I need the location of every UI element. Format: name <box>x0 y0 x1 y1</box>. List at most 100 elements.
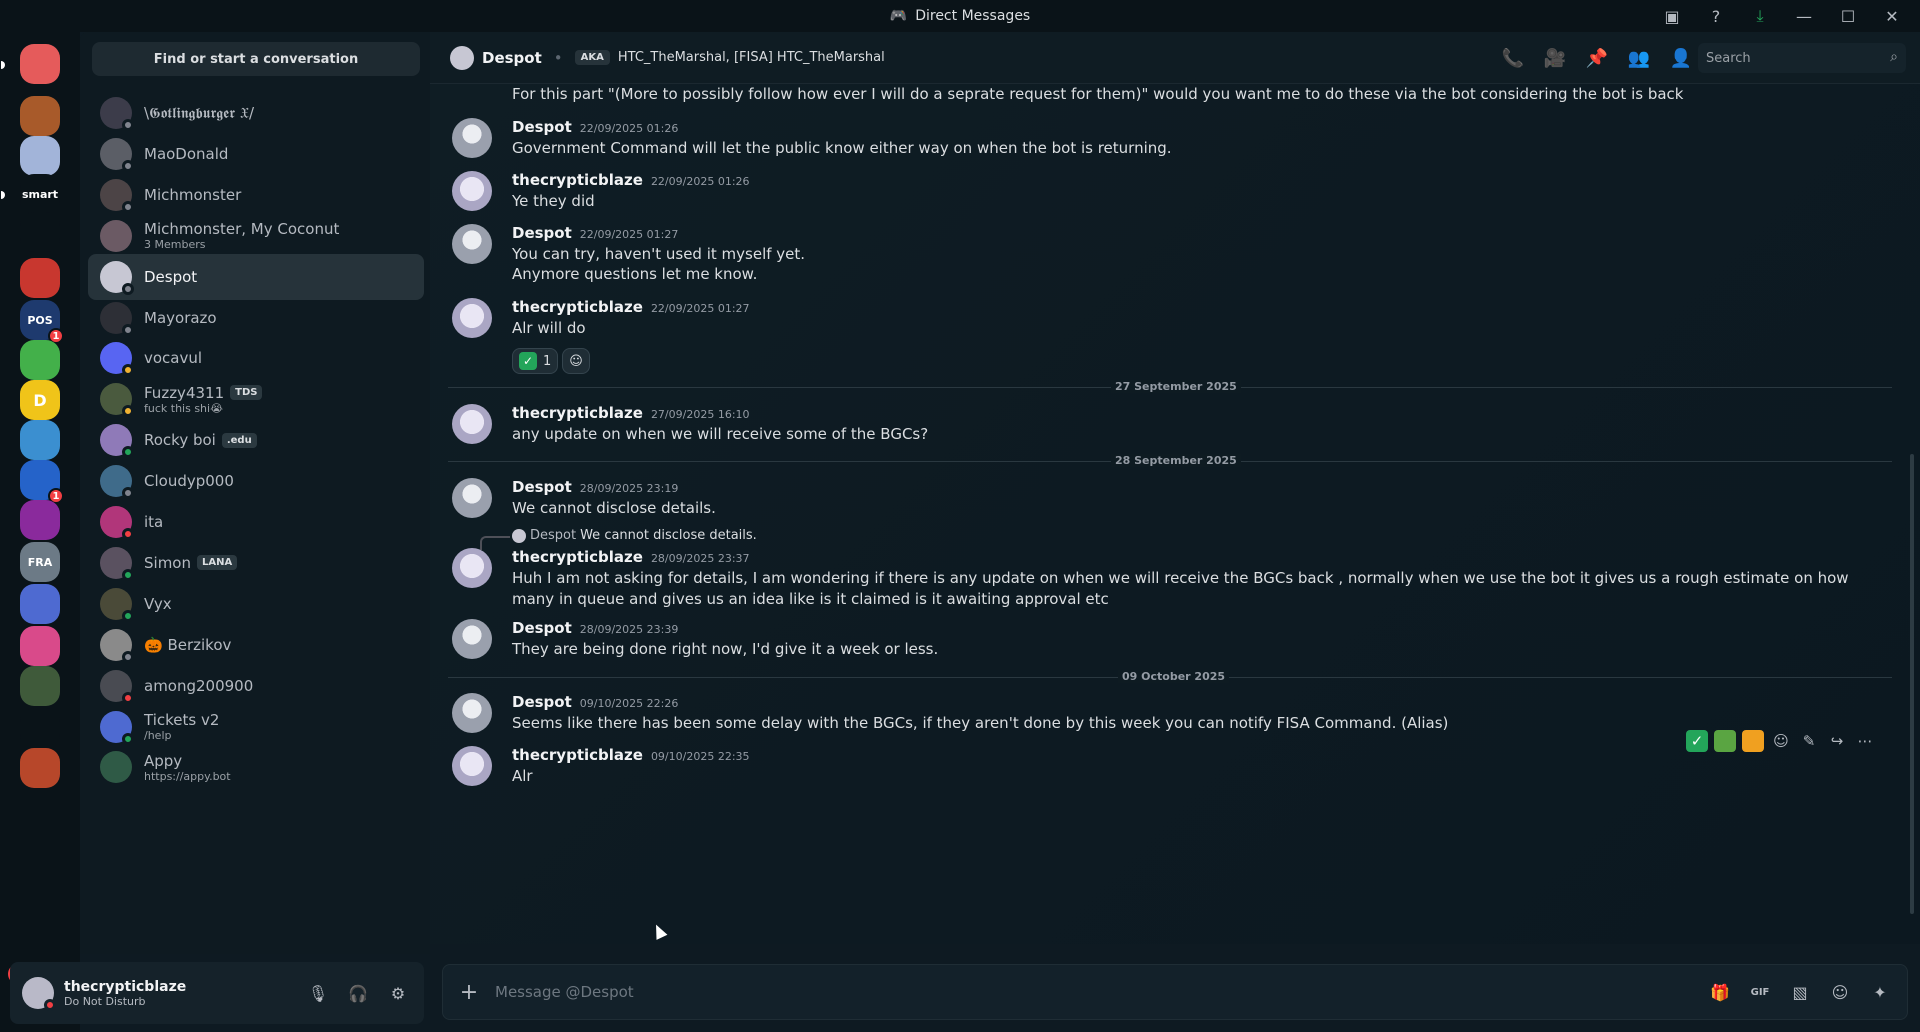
add-reaction-icon[interactable]: ☺ <box>1770 730 1792 752</box>
pin-icon[interactable]: 📌 <box>1580 41 1614 75</box>
add-reaction-button[interactable]: ☺ <box>562 348 590 374</box>
dm-name: among200900 <box>144 676 254 695</box>
dm-item[interactable]: Mayorazo <box>88 295 424 341</box>
gift-icon[interactable]: 🎁 <box>1703 975 1737 1009</box>
video-icon[interactable]: 🎥 <box>1538 41 1572 75</box>
username[interactable]: thecrypticblaze <box>64 979 186 995</box>
dm-item[interactable]: Despot <box>88 253 424 300</box>
apps-icon[interactable]: ✦ <box>1863 975 1897 1009</box>
discord-home-icon[interactable] <box>1 44 60 84</box>
server-ticket-icon[interactable] <box>20 584 60 624</box>
server-heart-icon[interactable] <box>20 500 60 540</box>
avatar[interactable] <box>22 977 56 1011</box>
avatar[interactable] <box>452 298 492 338</box>
dm-item[interactable]: ita <box>88 499 424 545</box>
add-attachment-icon[interactable]: + <box>443 980 495 1005</box>
server-cog-icon[interactable]: 1 <box>20 460 64 504</box>
dm-item[interactable]: MaoDonald <box>88 131 424 177</box>
headphones-icon[interactable]: 🎧 <box>340 976 376 1010</box>
dm-item[interactable]: Tickets v2/help <box>88 704 424 750</box>
dm-item[interactable]: Fuzzy4311 TDS fuck this shi😭 <box>88 376 424 422</box>
message-author[interactable]: Despot <box>512 118 572 136</box>
server-rainbow-icon[interactable] <box>20 626 60 666</box>
maximize-button[interactable]: ☐ <box>1828 0 1868 32</box>
add-friend-icon[interactable]: 👥 <box>1622 41 1656 75</box>
close-button[interactable]: ✕ <box>1872 0 1912 32</box>
avatar[interactable] <box>452 224 492 264</box>
dm-item[interactable]: Vyx <box>88 581 424 627</box>
green-reaction-icon[interactable] <box>1714 730 1736 752</box>
server-easypos-icon[interactable]: POS 1 <box>20 300 64 344</box>
dm-item[interactable]: \𝕲𝖔𝖙𝖑𝖎𝖓𝖌𝖇𝖚𝖗𝖌𝖊𝖗 𝔛/ <box>88 90 424 136</box>
server-new-icon[interactable] <box>20 748 60 788</box>
minimize-button[interactable]: — <box>1784 0 1824 32</box>
dm-item[interactable]: Michmonster, My Coconut 3 Members <box>88 213 424 259</box>
message-timestamp: 28/09/2025 23:37 <box>650 552 750 565</box>
message-author[interactable]: Despot <box>512 619 572 637</box>
server-folder-icon[interactable] <box>20 708 60 748</box>
orange-reaction-icon[interactable] <box>1742 730 1764 752</box>
profile-icon[interactable]: 👤 <box>1664 41 1698 75</box>
avatar[interactable] <box>452 693 492 733</box>
scrollbar[interactable] <box>1910 454 1914 914</box>
gear-icon[interactable]: ⚙ <box>380 976 416 1010</box>
microphone-icon[interactable]: 🎙 <box>300 976 336 1010</box>
dm-item[interactable]: Appy https://appy.bot <box>88 744 424 790</box>
dm-item[interactable]: Michmonster <box>88 172 424 218</box>
message-author[interactable]: thecrypticblaze <box>512 746 643 764</box>
sticker-icon[interactable]: ▧ <box>1783 975 1817 1009</box>
server-apple-icon[interactable] <box>20 258 60 298</box>
discord-icon: 🎮 <box>889 8 908 24</box>
avatar <box>512 528 526 543</box>
help-icon[interactable]: ? <box>1696 0 1736 32</box>
reply-preview[interactable]: Despot We cannot disclose details. <box>452 528 1892 550</box>
avatar[interactable] <box>452 548 492 588</box>
dm-item[interactable]: 🎃 Berzikov <box>88 622 424 668</box>
avatar[interactable] <box>452 118 492 158</box>
message-author[interactable]: Despot <box>512 224 572 242</box>
avatar[interactable] <box>452 404 492 444</box>
server-d-icon[interactable]: D <box>20 380 60 420</box>
server-cookie-icon[interactable] <box>20 96 60 136</box>
dm-item[interactable]: Simon LANA <box>88 540 424 586</box>
gif-icon[interactable]: GIF <box>1743 975 1777 1009</box>
message-input[interactable] <box>495 983 1703 1001</box>
edit-icon[interactable]: ✎ <box>1798 730 1820 752</box>
dm-item[interactable]: Cloudyp000 <box>88 458 424 504</box>
download-icon[interactable]: ⤓ <box>1740 0 1780 32</box>
chat-title[interactable]: Despot <box>482 49 542 67</box>
dm-item[interactable]: vocavul <box>88 335 424 381</box>
server-blue-icon[interactable] <box>20 420 60 460</box>
message-author[interactable]: Despot <box>512 693 572 711</box>
forward-icon[interactable]: ↪ <box>1826 730 1848 752</box>
title-bar: 🎮 Direct Messages ▣ ? ⤓ — ☐ ✕ <box>0 0 1920 32</box>
server-smart-icon[interactable]: smart <box>1 174 60 214</box>
server-dark-icon[interactable] <box>20 212 60 252</box>
dm-name: vocavul <box>144 349 203 368</box>
dm-item[interactable]: among200900 <box>88 663 424 709</box>
more-icon[interactable]: ⋯ <box>1854 730 1876 752</box>
message-author[interactable]: thecrypticblaze <box>512 171 643 189</box>
message-author[interactable]: Despot <box>512 478 572 496</box>
avatar[interactable] <box>452 619 492 659</box>
search-input[interactable]: Search ⌕ <box>1698 43 1906 73</box>
avatar[interactable] <box>452 746 492 786</box>
phone-icon[interactable]: 📞 <box>1496 41 1530 75</box>
reaction-check[interactable]: ✓ 1 <box>512 348 559 374</box>
server-anime-icon[interactable] <box>20 136 60 176</box>
avatar[interactable] <box>452 478 492 518</box>
emoji-icon[interactable]: ☺ <box>1823 975 1857 1009</box>
check-reaction-icon[interactable]: ✓ <box>1686 730 1708 752</box>
avatar[interactable] <box>452 171 492 211</box>
server-person-icon[interactable] <box>20 666 60 706</box>
message-author[interactable]: thecrypticblaze <box>512 404 643 422</box>
avatar[interactable] <box>450 45 474 70</box>
server-fra-icon[interactable]: FRA <box>20 542 60 582</box>
dm-item[interactable]: Rocky boi .edu <box>88 417 424 463</box>
server-parrot-icon[interactable] <box>20 340 60 380</box>
message-author[interactable]: thecrypticblaze <box>512 298 643 316</box>
avatar <box>100 342 134 377</box>
find-conversation-button[interactable]: Find or start a conversation <box>92 42 420 76</box>
message-author[interactable]: thecrypticblaze <box>512 548 643 566</box>
inbox-icon[interactable]: ▣ <box>1652 0 1692 32</box>
